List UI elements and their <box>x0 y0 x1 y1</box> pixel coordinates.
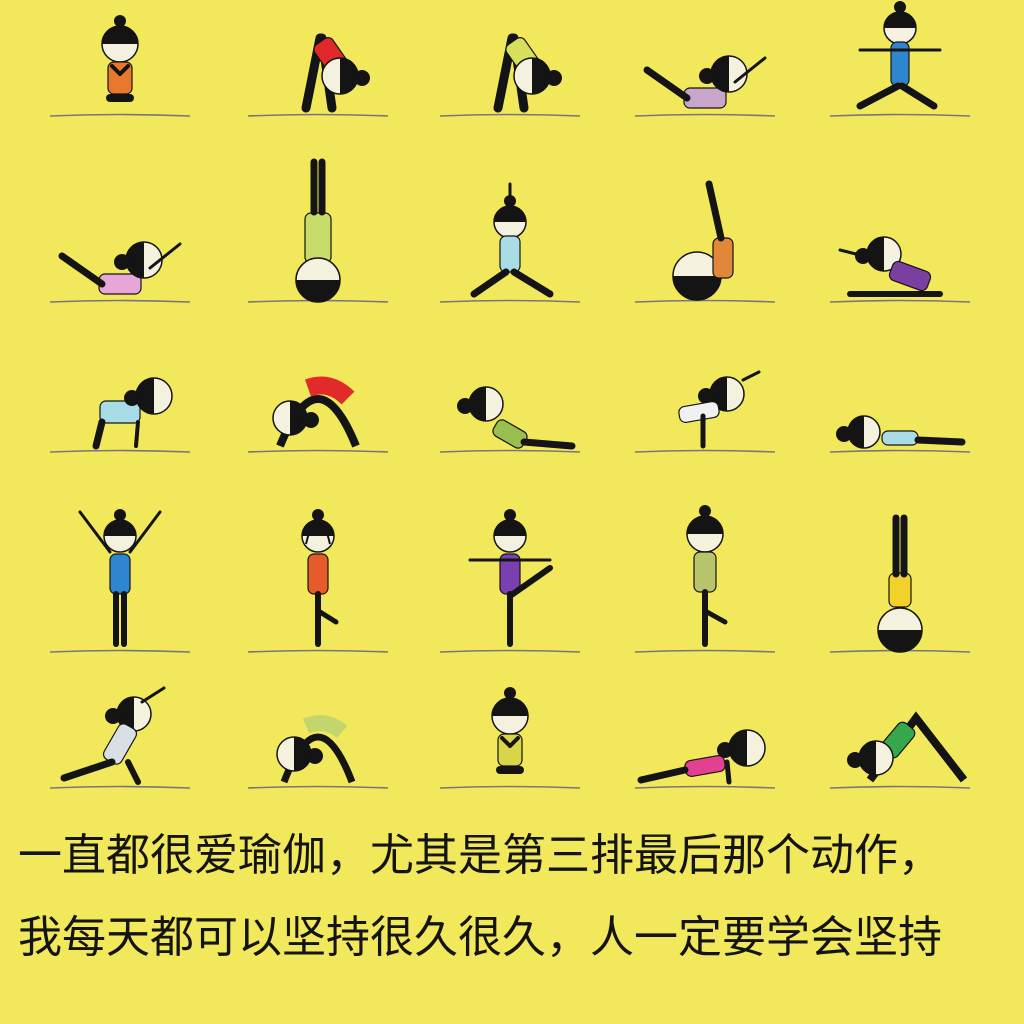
yoga-figure-boat <box>634 55 776 117</box>
yoga-figure-standing-forward-fold <box>439 33 581 117</box>
yoga-figure-standing-arms-up <box>49 509 191 653</box>
yoga-figure-seated-forward-bend <box>829 236 971 303</box>
yoga-figure-cobra <box>439 386 581 453</box>
yoga-figure-seated-prayer <box>49 15 191 117</box>
yoga-figure-downward-dog <box>829 711 971 789</box>
yoga-figure-headstand <box>829 514 971 653</box>
yoga-figure-cat-cow <box>49 377 191 453</box>
yoga-figures-grid <box>49 1 971 789</box>
yoga-figure-plank <box>634 729 776 789</box>
yoga-figure-crow-balance <box>634 370 776 453</box>
yoga-figure-boat <box>49 241 191 303</box>
yoga-figure-tree <box>247 509 389 653</box>
yoga-figure-crescent-lunge <box>49 686 191 789</box>
yoga-figure-wheel <box>247 376 389 453</box>
caption-line-2: 我每天都可以坚持很久很久，人一定要学会坚持 <box>18 912 942 963</box>
yoga-figure-warrior-two <box>829 1 971 117</box>
yoga-figure-bridge <box>247 715 389 789</box>
yoga-figure-standing-balance <box>439 509 581 653</box>
yoga-figure-seated-prayer <box>439 687 581 789</box>
yoga-figure-shoulder-stand <box>247 158 389 303</box>
yoga-figure-standing-forward-fold <box>247 33 389 117</box>
yoga-figure-lunge-arms-up <box>439 182 581 303</box>
yoga-figure-plough-legs-up <box>634 180 776 303</box>
yoga-figure-tree-prayer <box>634 505 776 653</box>
caption-line-1: 一直都很爱瑜伽，尤其是第三排最后那个动作， <box>18 830 942 881</box>
yoga-figure-prone-lying <box>829 415 971 453</box>
